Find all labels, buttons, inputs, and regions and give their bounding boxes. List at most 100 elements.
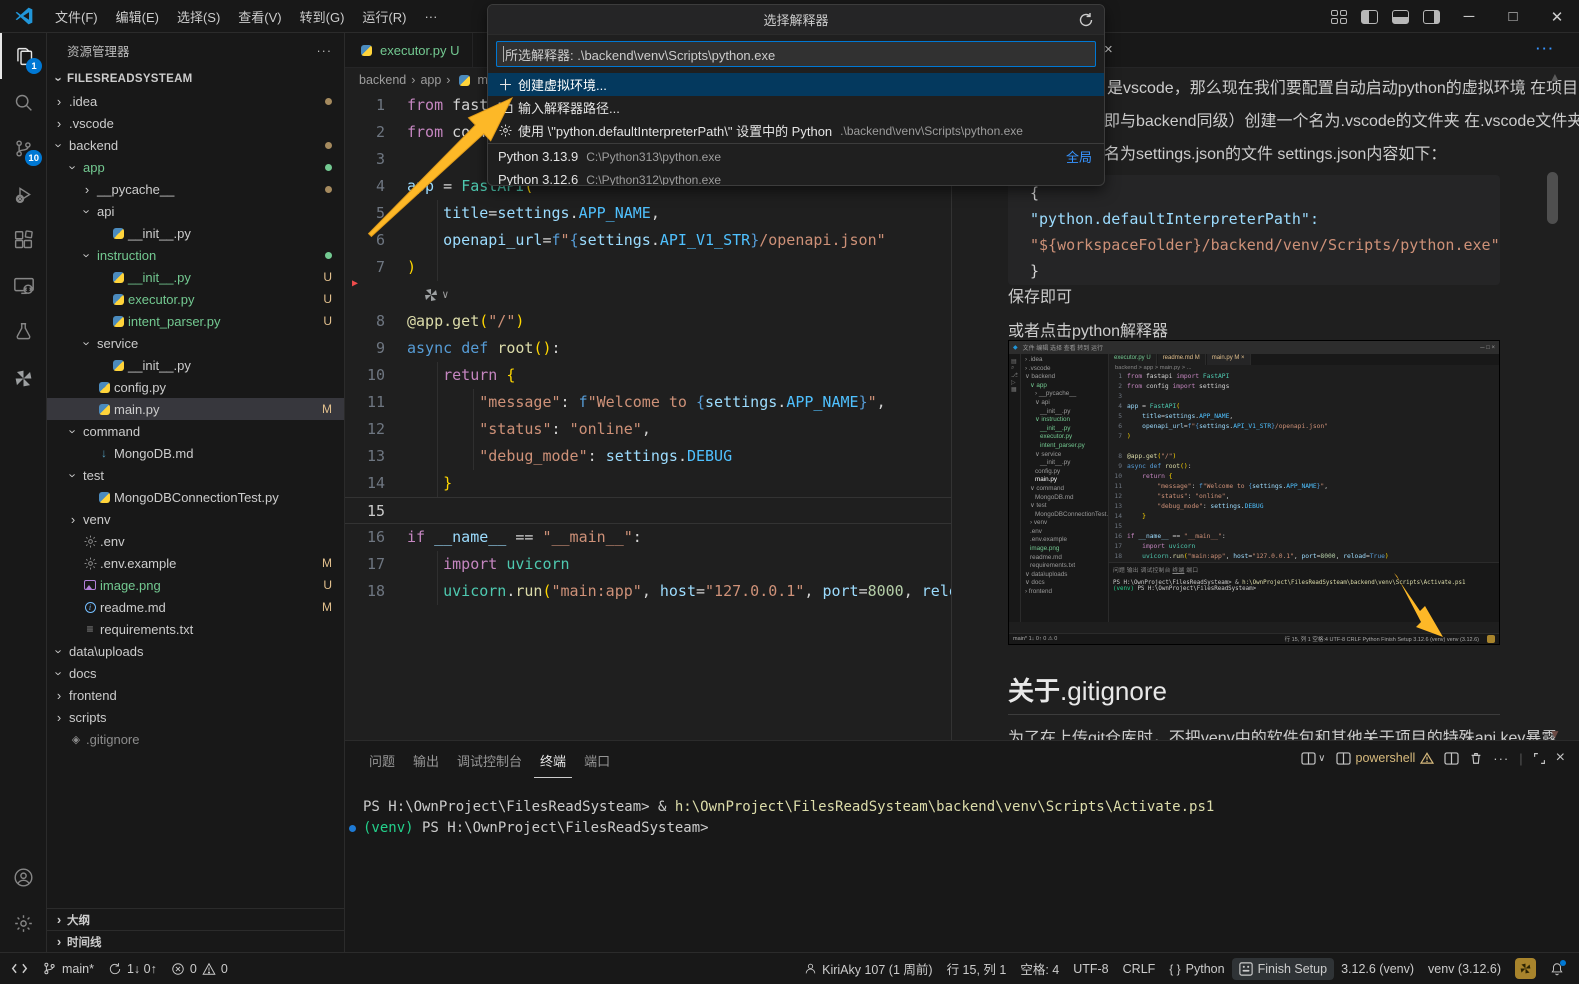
tree-item-requirements.txt[interactable]: ›≡requirements.txt [47,618,344,640]
tab-close-icon[interactable]: × [1104,41,1113,58]
statusbar-blame-info[interactable]: KiriAky 107 (1 周前) [797,958,939,980]
close-panel-icon[interactable]: × [1556,749,1565,767]
quick-pick-item[interactable]: 输入解释器路径... [488,96,1104,119]
tree-item-venv[interactable]: ›venv [47,508,344,530]
workspace-root-row[interactable]: › FILESREADSYSTEAM [47,68,344,90]
statusbar-sync-changes[interactable]: 1↓ 0↑ [101,958,164,980]
tree-item-app[interactable]: ›app [47,156,344,178]
menu-item-运行R[interactable]: 运行(R) [353,3,415,30]
menu-item-编辑E[interactable]: 编辑(E) [107,3,168,30]
tree-item-readme.md[interactable]: ›ireadme.mdM [47,596,344,618]
toggle-panel-icon[interactable] [1392,10,1409,24]
menu-item-查看V[interactable]: 查看(V) [229,3,290,30]
close-button[interactable]: ✕ [1535,0,1579,33]
terminal-more-icon[interactable]: ··· [1493,751,1509,766]
tree-item-frontend[interactable]: ›frontend [47,684,344,706]
timeline-section[interactable]: ›时间线 [47,930,344,952]
tree-item-service[interactable]: ›service [47,332,344,354]
interpreter-input[interactable]: 所选解释器: .\backend\venv\Scripts\python.exe [496,41,1096,67]
statusbar-indentation[interactable]: 空格: 4 [1013,958,1066,980]
preview-scrollbar[interactable] [1547,172,1558,224]
statusbar-copilot-status[interactable] [1508,958,1543,980]
tree-item-__init__.py[interactable]: ›__init__.pyU [47,266,344,288]
tree-item-instruction[interactable]: ›instruction [47,244,344,266]
quick-pick-item[interactable]: Python 3.12.6C:\Python312\python.exe [488,168,1104,186]
terminal-launch-split-icon[interactable]: ∨ [1301,752,1325,765]
tree-item-intent_parser.py[interactable]: ›intent_parser.pyU [47,310,344,332]
editor-actions-more-icon[interactable]: ··· [1536,41,1555,56]
terminal-instance-tab[interactable]: powershell [1336,751,1435,765]
statusbar-eol[interactable]: CRLF [1116,958,1163,980]
copilot-inline-widget[interactable]: ∨ [345,281,951,308]
tree-item-test[interactable]: ›test [47,464,344,486]
activity-extensions-icon[interactable] [0,217,47,263]
tree-item-.idea[interactable]: ›.idea [47,90,344,112]
tree-item-.env.example[interactable]: ›.env.exampleM [47,552,344,574]
tree-item-backend[interactable]: ›backend [47,134,344,156]
statusbar-cursor-position[interactable]: 行 15, 列 1 [940,958,1014,980]
panel-tab-调试控制台[interactable]: 调试控制台 [451,749,528,778]
toggle-secondary-sidebar-icon[interactable] [1423,10,1440,24]
panel-tab-问题[interactable]: 问题 [363,749,401,778]
panel-tab-终端[interactable]: 终端 [534,749,572,778]
quick-pick-item[interactable]: ＋创建虚拟环境... [488,73,1104,96]
menu-item-文件F[interactable]: 文件(F) [46,3,107,30]
tree-item-.gitignore[interactable]: ›◈.gitignore [47,728,344,750]
scroll-down-icon[interactable]: ▼ [1549,727,1561,740]
tree-item-config.py[interactable]: ›config.py [47,376,344,398]
statusbar-problems[interactable]: 00 [164,958,235,980]
panel-tab-输出[interactable]: 输出 [407,749,445,778]
activity-explorer-icon[interactable]: 1 [0,33,47,79]
toggle-sidebar-icon[interactable] [1361,10,1378,24]
global-link[interactable]: 全局 [1066,147,1092,166]
activity-remote-explorer-icon[interactable] [0,263,47,309]
statusbar-finish-setup[interactable]: Finish Setup [1232,958,1334,980]
tree-item-command[interactable]: ›command [47,420,344,442]
tree-item-MongoDB.md[interactable]: ›↓MongoDB.md [47,442,344,464]
tree-item-docs[interactable]: ›docs [47,662,344,684]
statusbar-git-branch[interactable]: main* [35,958,101,980]
tree-item-MongoDBConnectionTest.py[interactable]: ›MongoDBConnectionTest.py [47,486,344,508]
split-terminal-icon[interactable] [1444,752,1459,765]
scroll-up-icon[interactable]: ▲ [1549,70,1561,84]
statusbar-remote-indicator[interactable] [4,958,35,980]
statusbar-notifications[interactable] [1543,958,1571,980]
menu-item-转到G[interactable]: 转到(G) [291,3,354,30]
activity-testing-icon[interactable] [0,309,47,355]
tree-item-image.png[interactable]: ›image.pngU [47,574,344,596]
activity-run-debug-icon[interactable] [0,171,47,217]
statusbar-encoding[interactable]: UTF-8 [1066,958,1115,980]
tree-item-__init__.py[interactable]: ›__init__.py [47,222,344,244]
quick-pick-item[interactable]: 使用 \"python.defaultInterpreterPath\" 设置中… [488,119,1104,142]
minimize-button[interactable]: ─ [1447,0,1491,33]
activity-settings-icon[interactable] [0,900,47,946]
quick-pick-item[interactable]: Python 3.13.9C:\Python313\python.exe全局 [488,145,1104,168]
explorer-more-icon[interactable]: ··· [317,44,333,58]
menu-item-选择S[interactable]: 选择(S) [168,3,229,30]
maximize-button[interactable]: □ [1491,0,1535,33]
activity-pinwheel-extension-icon[interactable] [0,355,47,401]
statusbar-python-env[interactable]: venv (3.12.6) [1421,958,1508,980]
kill-terminal-icon[interactable] [1469,751,1483,765]
tree-item-executor.py[interactable]: ›executor.pyU [47,288,344,310]
activity-search-icon[interactable] [0,79,47,125]
statusbar-language-mode[interactable]: { }Python [1162,958,1231,980]
tree-item-scripts[interactable]: ›scripts [47,706,344,728]
refresh-icon[interactable] [1078,12,1094,28]
tree-item-main.py[interactable]: ›main.pyM [47,398,344,420]
terminal-content[interactable]: PS H:\OwnProject\FilesReadSysteam> & h:\… [353,797,1559,839]
menu-overflow[interactable]: ··· [415,5,446,28]
outline-section[interactable]: ›大纲 [47,908,344,930]
statusbar-python-version[interactable]: 3.12.6 (venv) [1334,958,1421,980]
tree-item-.vscode[interactable]: ›.vscode [47,112,344,134]
tree-item-data-uploads[interactable]: ›data\uploads [47,640,344,662]
tab-executor-py[interactable]: executor.py U [345,33,473,67]
activity-account-icon[interactable] [0,854,47,900]
tree-item-.env[interactable]: ›.env [47,530,344,552]
maximize-panel-icon[interactable] [1533,752,1546,765]
tree-item-__pycache__[interactable]: ›__pycache__ [47,178,344,200]
customize-layout-icon[interactable] [1331,10,1347,24]
activity-source-control-icon[interactable]: 10 [0,125,47,171]
tree-item-__init__.py[interactable]: ›__init__.py [47,354,344,376]
tree-item-api[interactable]: ›api [47,200,344,222]
